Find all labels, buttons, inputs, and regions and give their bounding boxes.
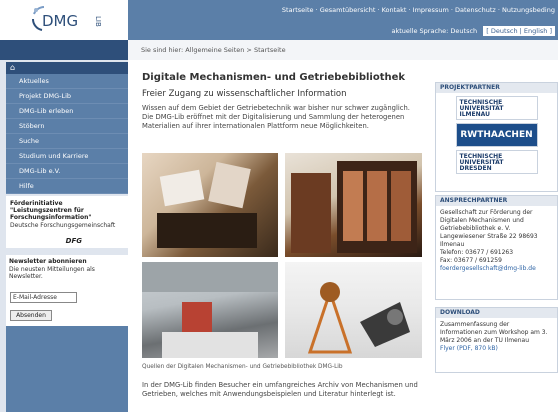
top-links[interactable]: Startseite · Gesamtübersicht · Kontakt ·…: [282, 6, 555, 14]
main-navigation: Aktuelles Projekt DMG-Lib DMG-Lib erlebe…: [6, 74, 128, 194]
partners-box: PROJEKTPARTNER TECHNISCHE UNIVERSITÄT IL…: [435, 82, 558, 192]
partner-tu-ilmenau[interactable]: TECHNISCHE UNIVERSITÄT ILMENAU: [455, 96, 538, 120]
nav-item-studium[interactable]: Studium und Karriere: [6, 149, 128, 164]
contact-box: ANSPRECHPARTNER Gesellschaft zur Förderu…: [435, 195, 558, 300]
contact-address: Gesellschaft zur Förderung der Digitalen…: [440, 209, 538, 248]
subscribe-button[interactable]: Absenden: [10, 310, 52, 321]
outro-text: In der DMG-Lib finden Besucher ein umfan…: [142, 381, 418, 398]
logo-sub-text: LIB: [94, 16, 102, 27]
nav-item-suche[interactable]: Suche: [6, 134, 128, 149]
nav-item-aktuelles[interactable]: Aktuelles: [6, 74, 128, 89]
download-box: DOWNLOAD Zusammenfassung der Information…: [435, 307, 558, 373]
download-body: Zusammenfassung der Informationen zum Wo…: [436, 318, 557, 356]
photo-model-collection: [285, 153, 422, 257]
download-description: Zusammenfassung der Informationen zum Wo…: [440, 321, 548, 344]
partner-rwth-aachen[interactable]: RWTHAACHEN: [455, 123, 538, 147]
nav-item-erleben[interactable]: DMG-Lib erleben: [6, 104, 128, 119]
breadcrumb-path[interactable]: Allgemeine Seiten > Startseite: [185, 46, 285, 54]
contact-body: Gesellschaft zur Förderung der Digitalen…: [436, 206, 557, 276]
page-subtitle: Freier Zugang zu wissenschaftlicher Info…: [142, 89, 347, 99]
download-heading: DOWNLOAD: [436, 308, 557, 318]
page-title: Digitale Mechanismen- und Getriebebiblio…: [142, 72, 406, 83]
current-language-label: aktuelle Sprache: Deutsch: [391, 27, 478, 35]
nav-item-verein[interactable]: DMG-Lib e.V.: [6, 164, 128, 179]
left-column-footer: [6, 326, 128, 412]
newsletter-text: Die neusten Mitteilungen als Newsletter.: [9, 266, 95, 280]
funding-box: Förderinitiative "Leistungszentren für F…: [6, 196, 128, 248]
breadcrumb-prefix: Sie sind hier:: [141, 46, 184, 54]
nav-item-projekt[interactable]: Projekt DMG-Lib: [6, 89, 128, 104]
contact-email-link[interactable]: foerdergesellschaft@dmg-lib.de: [440, 265, 553, 273]
breadcrumb-left-block: [0, 40, 128, 60]
newsletter-box: Newsletter abonnieren Die neusten Mittei…: [6, 255, 128, 326]
header: DMG LIB Startseite · Gesamtübersicht · K…: [0, 0, 558, 40]
breadcrumb: Sie sind hier: Allgemeine Seiten > Start…: [141, 46, 286, 54]
newsletter-title: Newsletter abonnieren: [9, 258, 87, 265]
partners-heading: PROJEKTPARTNER: [436, 83, 557, 93]
photo-caption: Quellen der Digitalen Mechanismen- und G…: [142, 364, 343, 370]
logo-text: DMG: [42, 12, 78, 30]
contact-heading: ANSPRECHPARTNER: [436, 196, 557, 206]
intro-text: Wissen auf dem Gebiet der Getriebetechni…: [142, 104, 410, 130]
home-icon[interactable]: ⌂: [10, 64, 20, 72]
home-bar[interactable]: [6, 62, 128, 74]
language-row: aktuelle Sprache: Deutsch [ Deutsch | En…: [391, 26, 555, 36]
language-switcher[interactable]: [ Deutsch | English ]: [483, 26, 555, 36]
top-bar: Startseite · Gesamtübersicht · Kontakt ·…: [128, 0, 558, 40]
dmg-lib-logo[interactable]: DMG LIB: [30, 4, 110, 34]
photo-library-work: [142, 262, 278, 358]
contact-phone: Telefon: 03677 / 691263: [440, 249, 514, 256]
photo-mechanism-model: [285, 262, 422, 358]
photo-documents: [142, 153, 278, 257]
partner-tu-dresden[interactable]: TECHNISCHE UNIVERSITÄT DRESDEN: [455, 150, 538, 174]
funding-org: Deutsche Forschungsgemeinschaft: [10, 222, 116, 229]
email-field[interactable]: [10, 292, 77, 303]
funding-title[interactable]: Förderinitiative "Leistungszentren für F…: [10, 200, 124, 221]
nav-item-hilfe[interactable]: Hilfe: [6, 179, 128, 194]
contact-fax: Fax: 03677 / 691259: [440, 257, 502, 264]
dfg-logo[interactable]: DFG: [66, 237, 82, 245]
flyer-download-link[interactable]: Flyer (PDF, 870 kB): [440, 345, 553, 353]
nav-item-stoebern[interactable]: Stöbern: [6, 119, 128, 134]
